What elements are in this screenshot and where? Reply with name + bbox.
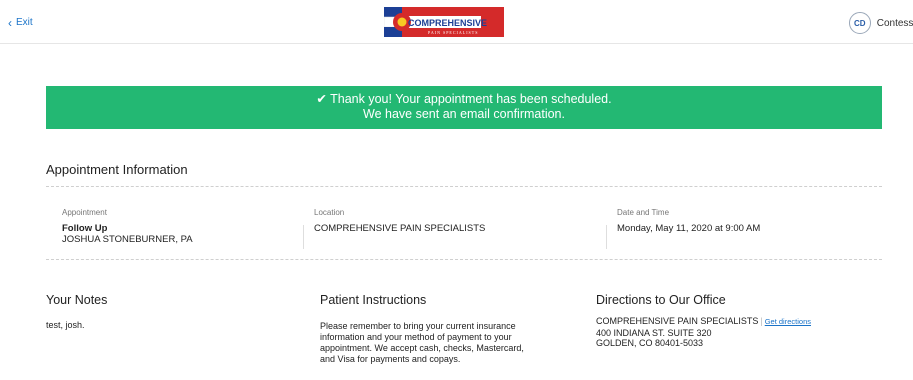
avatar[interactable]: CD bbox=[848, 12, 871, 34]
success-banner: ✔ Thank you! Your appointment has been s… bbox=[46, 86, 882, 129]
user-menu[interactable]: CD Contessa bbox=[848, 12, 913, 34]
chevron-left-icon: ‹ bbox=[8, 15, 12, 30]
divider bbox=[46, 259, 882, 260]
datetime-column: Date and Time Monday, May 11, 2020 at 9:… bbox=[617, 208, 760, 234]
instructions-line: information and your method of payment t… bbox=[320, 332, 512, 342]
user-name[interactable]: Contessa bbox=[877, 18, 913, 29]
column-divider bbox=[303, 225, 304, 249]
appointment-type: Follow Up bbox=[62, 223, 108, 234]
appointment-info-title: Appointment Information bbox=[46, 162, 188, 177]
column-divider bbox=[606, 225, 607, 249]
top-bar: ‹ Exit COMPREHENSIVE PAIN SPECIALISTS CD… bbox=[0, 0, 913, 44]
office-street: 400 INDIANA ST. SUITE 320 bbox=[596, 327, 712, 338]
instructions-line: and Visa for payments and copays. bbox=[320, 354, 461, 364]
logo-title-text: COMPREHENSIVE bbox=[408, 18, 487, 28]
banner-line-2: We have sent an email confirmation. bbox=[363, 107, 565, 121]
datetime-value: Monday, May 11, 2020 at 9:00 AM bbox=[617, 223, 761, 234]
office-city: GOLDEN, CO 80401-5033 bbox=[596, 338, 704, 348]
divider bbox=[46, 186, 882, 187]
provider-name: JOSHUA STONEBURNER, PA bbox=[62, 234, 193, 245]
notes-text: test, josh. bbox=[46, 320, 85, 330]
instructions-text: Please remember to bring your current in… bbox=[320, 321, 524, 365]
appointment-column: Appointment Follow Up JOSHUA STONEBURNER… bbox=[62, 208, 193, 245]
instructions-title: Patient Instructions bbox=[320, 293, 427, 307]
logo-subtitle-text: PAIN SPECIALISTS bbox=[428, 30, 478, 35]
appointment-label: Appointment bbox=[62, 208, 107, 217]
datetime-label: Date and Time bbox=[617, 208, 670, 217]
location-column: Location COMPREHENSIVE PAIN SPECIALISTS bbox=[314, 208, 485, 234]
directions-title: Directions to Our Office bbox=[596, 293, 726, 307]
location-value: COMPREHENSIVE PAIN SPECIALISTS bbox=[314, 223, 486, 234]
notes-title: Your Notes bbox=[46, 293, 108, 307]
office-name: COMPREHENSIVE PAIN SPECIALISTS bbox=[596, 316, 759, 326]
banner-line-1: ✔ Thank you! Your appointment has been s… bbox=[316, 92, 612, 106]
separator: | bbox=[760, 316, 763, 326]
practice-logo: COMPREHENSIVE PAIN SPECIALISTS bbox=[384, 7, 504, 37]
get-directions-link[interactable]: Get directions bbox=[765, 317, 811, 326]
instructions-line: Please remember to bring your current in… bbox=[320, 321, 516, 331]
exit-button[interactable]: ‹ Exit bbox=[8, 15, 33, 30]
office-address: COMPREHENSIVE PAIN SPECIALISTS | Get direc… bbox=[596, 316, 811, 349]
exit-label: Exit bbox=[16, 17, 33, 28]
location-label: Location bbox=[314, 208, 345, 217]
instructions-line: appointment. We accept cash, checks, Mas… bbox=[320, 343, 524, 353]
